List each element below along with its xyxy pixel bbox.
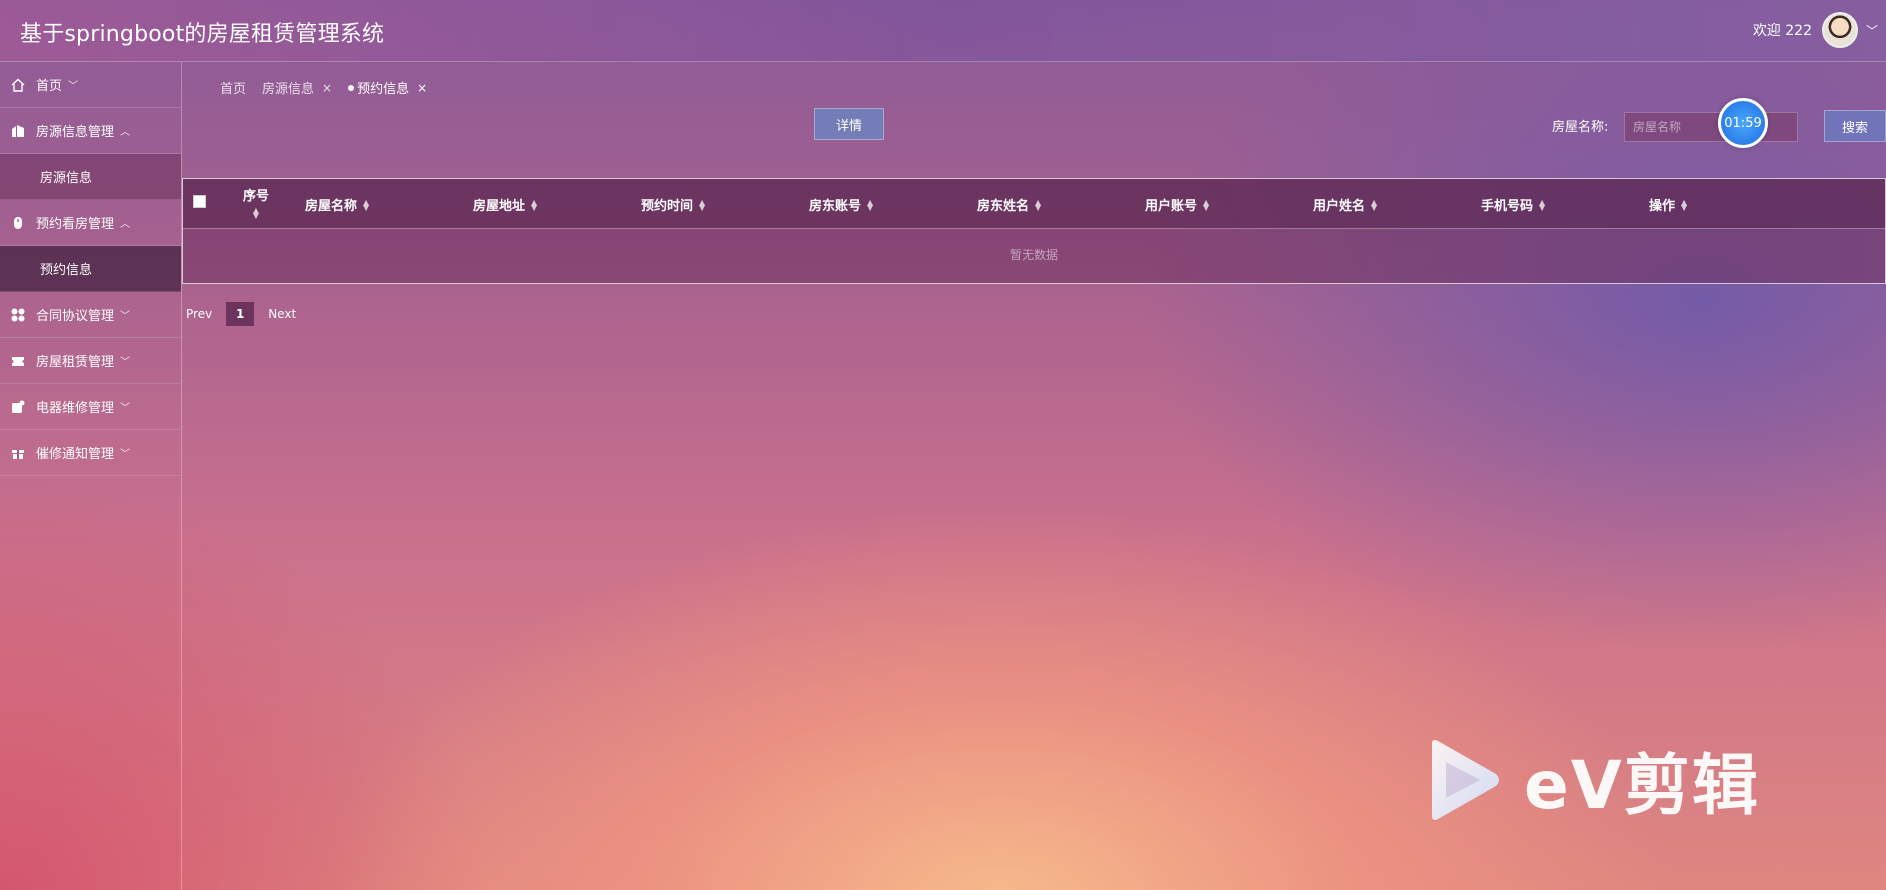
column-header-actions[interactable]: 操作 ▲ ▼ xyxy=(1649,195,1687,214)
device-icon xyxy=(10,399,26,415)
column-header-address[interactable]: 房屋地址 ▲ ▼ xyxy=(473,195,537,214)
gift-icon xyxy=(10,445,26,461)
column-label: 用户姓名 xyxy=(1313,199,1366,214)
sidebar-subitem-house-info[interactable]: 房源信息 xyxy=(0,154,181,200)
next-page-button[interactable]: Next xyxy=(268,307,296,321)
tab-booking-info[interactable]: 预约信息 × xyxy=(348,78,427,97)
empty-state-text: 暂无数据 xyxy=(1009,248,1058,262)
sidebar-item-house-info[interactable]: 房源信息管理 ︿ xyxy=(0,108,181,154)
welcome-text: 欢迎 222 xyxy=(1752,23,1812,39)
column-label: 预约时间 xyxy=(641,199,694,214)
column-header-house-name[interactable]: 房屋名称 ▲ ▼ xyxy=(305,195,369,214)
column-label: 序号 xyxy=(243,189,270,204)
prev-page-button[interactable]: Prev xyxy=(186,307,212,321)
sidebar-item-viewing[interactable]: 预约看房管理 ︿ xyxy=(0,200,181,246)
column-label: 手机号码 xyxy=(1481,199,1534,214)
home-icon xyxy=(10,77,26,93)
sidebar-item-label: 电器维修管理 xyxy=(36,401,115,416)
select-all-checkbox[interactable] xyxy=(193,195,206,208)
chevron-down-icon: ﹀ xyxy=(120,357,131,368)
column-header-user-name[interactable]: 用户姓名 ▲ ▼ xyxy=(1313,195,1377,214)
page-number-button[interactable]: 1 xyxy=(226,302,255,326)
close-icon[interactable]: × xyxy=(322,81,332,95)
column-label: 房屋名称 xyxy=(305,199,358,214)
avatar[interactable] xyxy=(1821,12,1858,48)
sidebar-item-contract[interactable]: 合同协议管理 ﹀ xyxy=(0,292,181,338)
tab-label: 首页 xyxy=(220,82,247,97)
search-input[interactable] xyxy=(1624,112,1798,142)
chevron-up-icon: ︿ xyxy=(120,219,131,230)
search-label: 房屋名称: xyxy=(1552,120,1609,135)
chevron-down-icon: ﹀ xyxy=(68,81,79,92)
tab-house-info[interactable]: 房源信息 × xyxy=(262,78,332,98)
sidebar-item-rental[interactable]: 房屋租赁管理 ﹀ xyxy=(0,338,181,384)
app-title: 基于springboot的房屋租赁管理系统 xyxy=(20,22,385,47)
tab-label: 房源信息 xyxy=(262,82,315,97)
column-label: 用户账号 xyxy=(1145,199,1198,214)
grid-icon xyxy=(10,307,26,323)
play-logo-icon xyxy=(1432,740,1499,820)
sort-icon[interactable]: ▲ ▼ xyxy=(1035,198,1041,211)
sidebar-item-home[interactable]: 首页 ﹀ xyxy=(0,62,181,108)
sidebar-item-label: 合同协议管理 xyxy=(36,309,115,324)
user-menu[interactable]: 欢迎 222 ﹀ xyxy=(1753,10,1878,50)
column-header-phone[interactable]: 手机号码 ▲ ▼ xyxy=(1481,195,1545,214)
active-dot-icon xyxy=(348,84,355,91)
column-header-booking-time[interactable]: 预约时间 ▲ ▼ xyxy=(641,195,705,214)
table-header: 序号 ▲ ▼ 房屋名称 ▲ ▼ 房屋地址 ▲ ▼ 预约时间 ▲ ▼ 房东账号 ▲ ▼ 房东… xyxy=(183,179,1885,229)
timer-badge[interactable]: 01:59 xyxy=(1718,98,1768,148)
column-label: 房东姓名 xyxy=(977,199,1030,214)
sidebar-item-repair[interactable]: 电器维修管理 ﹀ xyxy=(0,384,181,430)
sort-icon[interactable]: ▲ ▼ xyxy=(867,198,873,211)
sidebar-item-label: 预约看房管理 xyxy=(36,217,115,232)
watermark-text: eV剪辑 xyxy=(1524,747,1760,824)
column-header-user-account[interactable]: 用户账号 ▲ ▼ xyxy=(1145,195,1209,214)
column-header-landlord-account[interactable]: 房东账号 ▲ ▼ xyxy=(809,195,873,214)
ticket-icon xyxy=(10,353,26,369)
breadcrumb: 首页 房源信息 × 预约信息 × xyxy=(220,78,443,98)
sidebar-item-label: 房源信息管理 xyxy=(36,125,115,140)
chevron-down-icon: ﹀ xyxy=(120,311,131,322)
sort-icon[interactable]: ▲ ▼ xyxy=(1681,198,1687,211)
sort-icon[interactable]: ▲ ▼ xyxy=(1539,198,1545,211)
ev-watermark: eV剪辑 xyxy=(1424,732,1760,828)
sidebar-item-notice[interactable]: 催修通知管理 ﹀ xyxy=(0,430,181,476)
sort-icon[interactable]: ▲ ▼ xyxy=(253,207,259,220)
chevron-down-icon[interactable]: ﹀ xyxy=(1866,22,1878,39)
sidebar: 首页 ﹀ 房源信息管理 ︿ 房源信息 预约看房管理 ︿ 预约信息 合同协议管理 … xyxy=(0,62,182,890)
sidebar-item-label: 首页 xyxy=(36,79,63,94)
column-label: 房东账号 xyxy=(809,199,862,214)
sort-icon[interactable]: ▲ ▼ xyxy=(699,198,705,211)
sort-icon[interactable]: ▲ ▼ xyxy=(1203,198,1209,211)
column-label: 操作 xyxy=(1649,199,1676,214)
column-header-landlord-name[interactable]: 房东姓名 ▲ ▼ xyxy=(977,195,1041,214)
column-header-index[interactable]: 序号 ▲ ▼ xyxy=(243,185,270,220)
building-icon xyxy=(10,123,26,139)
booking-table: 序号 ▲ ▼ 房屋名称 ▲ ▼ 房屋地址 ▲ ▼ 预约时间 ▲ ▼ 房东账号 ▲ ▼ 房东… xyxy=(182,178,1886,284)
pagination: Prev 1 Next xyxy=(186,302,310,326)
sort-icon[interactable]: ▲ ▼ xyxy=(1371,198,1377,211)
chevron-up-icon: ︿ xyxy=(120,127,131,138)
top-header: 基于springboot的房屋租赁管理系统 欢迎 222 ﹀ xyxy=(0,0,1886,62)
detail-button[interactable]: 详情 xyxy=(814,108,884,140)
sidebar-subitem-booking[interactable]: 预约信息 xyxy=(0,246,181,292)
tab-label: 预约信息 xyxy=(357,82,410,97)
chevron-down-icon: ﹀ xyxy=(120,403,131,414)
sidebar-item-label: 催修通知管理 xyxy=(36,447,115,462)
sidebar-item-label: 房屋租赁管理 xyxy=(36,355,115,370)
column-label: 房屋地址 xyxy=(473,199,526,214)
sort-icon[interactable]: ▲ ▼ xyxy=(531,198,537,211)
chevron-down-icon: ﹀ xyxy=(120,449,131,460)
search-button[interactable]: 搜索 xyxy=(1824,110,1886,142)
tab-home[interactable]: 首页 xyxy=(220,78,246,97)
sort-icon[interactable]: ▲ ▼ xyxy=(363,198,369,211)
close-icon[interactable]: × xyxy=(417,81,427,95)
mouse-icon xyxy=(10,215,26,231)
